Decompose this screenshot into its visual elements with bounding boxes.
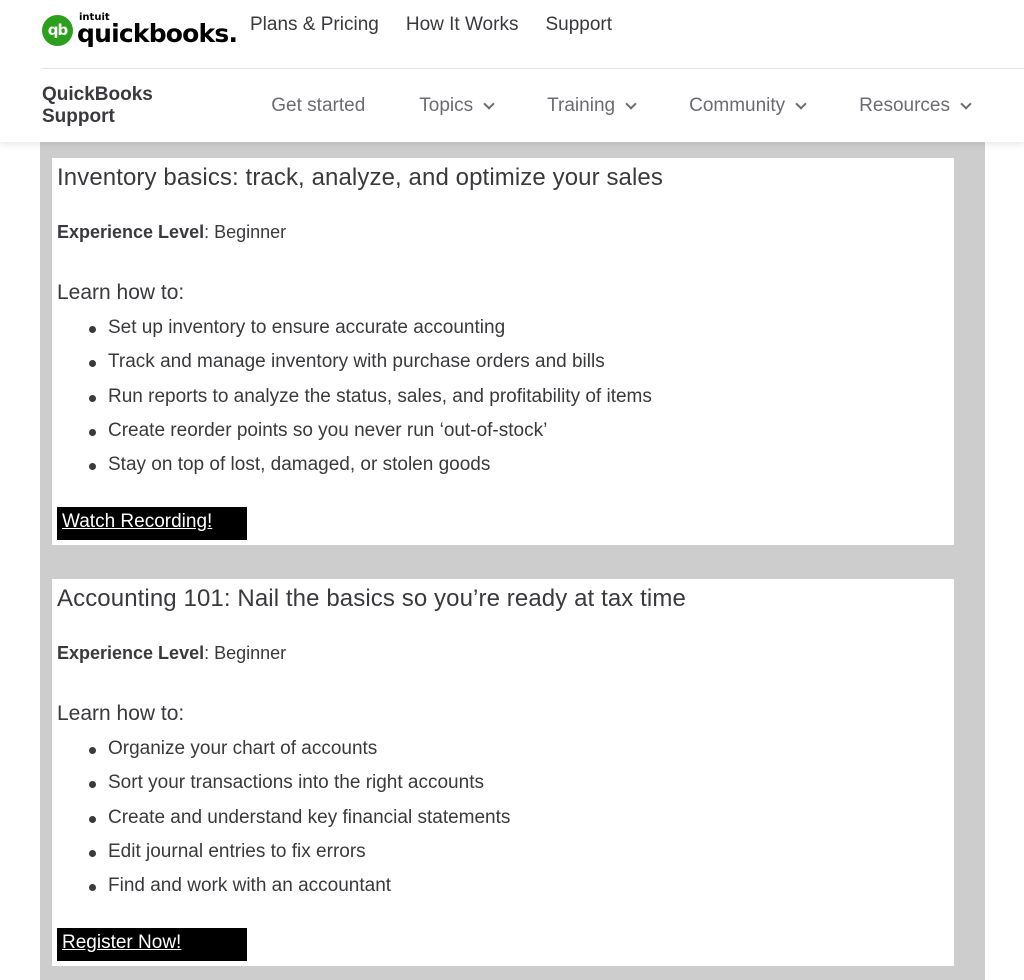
top-nav: Plans & Pricing How It Works Support (250, 14, 612, 36)
qb-logo-icon: qb (42, 14, 73, 46)
learn-heading: Learn how to: (57, 281, 185, 304)
course-card: Accounting 101: Nail the basics so you’r… (52, 579, 954, 966)
list-item: Track and manage inventory with purchase… (89, 345, 954, 379)
top-nav-how-it-works[interactable]: How It Works (406, 14, 519, 36)
experience-value: : Beginner (204, 643, 287, 663)
learn-heading: Learn how to: (57, 702, 185, 725)
list-item: Sort your transactions into the right ac… (89, 766, 954, 800)
experience-value: : Beginner (204, 222, 287, 242)
list-item: Create and understand key financial stat… (89, 801, 954, 835)
support-nav-label: Get started (271, 95, 366, 116)
course-title: Accounting 101: Nail the basics so you’r… (57, 585, 686, 612)
learn-list: Set up inventory to ensure accurate acco… (89, 311, 954, 482)
brand-row: qb intuit quickbooks. Plans & Pricing Ho… (42, 0, 1024, 69)
support-nav: QuickBooks Support Get started Topics Tr… (42, 70, 1024, 142)
list-item: Find and work with an accountant (89, 869, 954, 903)
watch-recording-button[interactable]: Watch Recording! (57, 507, 247, 540)
support-nav-label: Resources (859, 95, 950, 116)
chevron-down-icon (625, 97, 637, 110)
chevron-down-icon (960, 97, 972, 110)
support-nav-label: Community (689, 95, 786, 116)
site-header: qb intuit quickbooks. Plans & Pricing Ho… (0, 0, 1024, 142)
list-item: Create reorder points so you never run ‘… (89, 414, 954, 448)
chevron-down-icon (483, 97, 495, 110)
list-item: Set up inventory to ensure accurate acco… (89, 311, 954, 345)
support-nav-topics[interactable]: Topics (419, 95, 495, 117)
list-item: Organize your chart of accounts (89, 732, 954, 766)
support-nav-training[interactable]: Training (547, 95, 637, 117)
experience-level: Experience Level: Beginner (57, 643, 954, 664)
logo-wordmark: intuit quickbooks. (77, 12, 238, 48)
experience-label: Experience Level (57, 643, 205, 663)
course-title: Inventory basics: track, analyze, and op… (57, 164, 663, 191)
support-nav-home[interactable]: QuickBooks Support (42, 84, 219, 128)
logo-name: quickbooks (77, 19, 229, 48)
support-nav-get-started[interactable]: Get started (271, 95, 365, 117)
courses-panel: Inventory basics: track, analyze, and op… (40, 142, 985, 980)
support-nav-community[interactable]: Community (689, 95, 807, 117)
top-nav-support[interactable]: Support (545, 14, 612, 36)
experience-label: Experience Level (57, 222, 205, 242)
list-item: Stay on top of lost, damaged, or stolen … (89, 448, 954, 482)
learn-list: Organize your chart of accounts Sort you… (89, 732, 954, 903)
register-now-button[interactable]: Register Now! (57, 928, 247, 961)
support-nav-resources[interactable]: Resources (859, 95, 972, 117)
quickbooks-logo[interactable]: qb intuit quickbooks. (42, 12, 238, 48)
logo-dot: . (228, 19, 238, 48)
support-nav-label: Training (547, 95, 616, 116)
list-item: Run reports to analyze the status, sales… (89, 380, 954, 414)
list-item: Edit journal entries to fix errors (89, 835, 954, 869)
logo-quickbooks-text: quickbooks. (77, 19, 238, 48)
support-nav-label: Topics (419, 95, 474, 116)
course-card: Inventory basics: track, analyze, and op… (52, 158, 954, 545)
top-nav-plans-pricing[interactable]: Plans & Pricing (250, 14, 379, 36)
chevron-down-icon (795, 97, 807, 110)
experience-level: Experience Level: Beginner (57, 222, 954, 243)
